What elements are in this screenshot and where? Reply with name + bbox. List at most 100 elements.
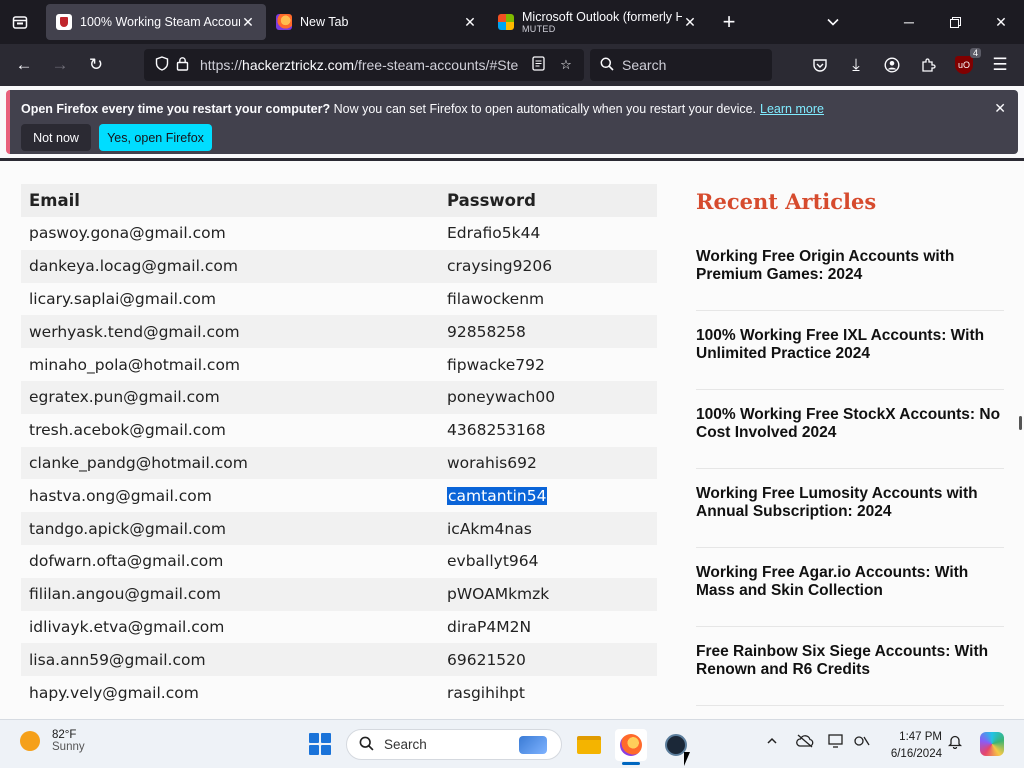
account-button[interactable] <box>874 49 910 81</box>
email-cell: minaho_pola@hotmail.com <box>29 355 241 374</box>
ublock-origin-button[interactable]: uO 4 <box>946 48 982 81</box>
tab-steam-accounts[interactable]: 100% Working Steam Accounts ✕ <box>46 4 266 40</box>
close-tab-icon[interactable]: ✕ <box>682 14 698 31</box>
table-row: lisa.ann59@gmail.com 69621520 <box>21 643 657 677</box>
puzzle-icon <box>922 58 936 72</box>
tab-strip: 100% Working Steam Accounts ✕ New Tab ✕ … <box>0 0 1024 44</box>
restore-button[interactable] <box>932 0 978 44</box>
app-menu-button[interactable]: ☰ <box>982 49 1018 81</box>
taskbar-search-placeholder: Search <box>384 737 427 752</box>
table-row: egratex.pun@gmail.com poneywach00 <box>21 380 657 414</box>
email-cell: dofwarn.ofta@gmail.com <box>29 552 224 571</box>
reader-view-icon[interactable] <box>528 56 548 74</box>
tab-outlook[interactable]: Microsoft Outlook (formerly Ho MUTED ✕ <box>488 4 708 40</box>
not-now-button[interactable]: Not now <box>21 124 91 151</box>
article-link[interactable]: Working Free Origin Accounts with Premiu… <box>696 232 1004 311</box>
weather-temperature: 82°F <box>52 729 77 741</box>
close-notification-icon[interactable]: ✕ <box>994 100 1006 117</box>
email-column-header: Email <box>21 184 439 217</box>
search-bar[interactable]: Search <box>590 49 772 81</box>
article-link[interactable]: 100% Working Free StockX Accounts: No Co… <box>696 390 1004 469</box>
email-cell: lisa.ann59@gmail.com <box>21 643 439 677</box>
table-row: idlivayk.etva@gmail.com diraP4M2N <box>21 611 657 644</box>
forward-button[interactable]: → <box>42 49 78 81</box>
pocket-icon <box>813 58 827 72</box>
download-icon: ⤓ <box>852 55 860 74</box>
email-cell: tresh.acebok@gmail.com <box>29 421 226 440</box>
taskbar-search[interactable]: Search <box>346 729 562 760</box>
extension-badge: 4 <box>969 48 981 58</box>
copilot-icon[interactable] <box>980 732 1004 756</box>
close-icon: ✕ <box>995 13 1007 30</box>
new-tab-button[interactable]: + <box>712 5 746 39</box>
firefox-icon <box>620 734 642 756</box>
clock-time: 1:47 PM <box>899 731 942 743</box>
back-button[interactable]: ← <box>6 49 42 81</box>
article-link[interactable]: Working Free Agar.io Accounts: With Mass… <box>696 548 1004 627</box>
search-icon <box>359 736 374 754</box>
table-row: clanke_pandg@hotmail.com worahis692 <box>21 446 657 480</box>
list-all-tabs-button[interactable] <box>810 0 856 44</box>
notification-bell-icon[interactable] <box>947 734 963 752</box>
email-cell: egratex.pun@gmail.com <box>21 380 439 414</box>
table-row: hapy.vely@gmail.com rasgihihpt <box>21 676 657 709</box>
page-scrollbar-thumb[interactable] <box>1019 416 1022 430</box>
table-row: tandgo.apick@gmail.com icAkm4nas <box>21 512 657 545</box>
close-tab-icon[interactable]: ✕ <box>240 14 256 31</box>
clock-date: 6/16/2024 <box>890 747 942 760</box>
url-text[interactable]: https://hackerztrickz.com/free-steam-acc… <box>200 57 528 73</box>
password-cell: filawockenm <box>447 289 545 308</box>
extensions-button[interactable] <box>910 49 946 81</box>
password-cell: fipwacke792 <box>447 355 545 374</box>
password-cell: icAkm4nas <box>439 512 657 545</box>
password-cell: 4368253168 <box>447 421 546 440</box>
folder-icon <box>577 736 601 754</box>
close-tab-icon[interactable]: ✕ <box>462 14 478 31</box>
bookmark-star-icon[interactable]: ☆ <box>556 57 576 73</box>
chevron-down-icon <box>827 18 839 26</box>
selected-password-text[interactable]: camtantin54 <box>447 486 548 505</box>
file-explorer-button[interactable] <box>573 729 605 761</box>
network-icon[interactable] <box>854 734 870 751</box>
cloud-offline-icon[interactable] <box>796 734 814 751</box>
firefox-taskbar-button[interactable] <box>615 729 647 761</box>
email-cell: licary.saplai@gmail.com <box>29 289 216 308</box>
mouse-cursor-icon <box>684 752 690 766</box>
display-icon[interactable] <box>828 734 845 751</box>
email-cell: hastva.ong@gmail.com <box>29 486 212 505</box>
email-cell: tandgo.apick@gmail.com <box>21 512 439 545</box>
email-cell: clanke_pandg@hotmail.com <box>21 446 439 480</box>
article-link[interactable]: Working Free Lumosity Accounts with Annu… <box>696 469 1004 548</box>
system-clock[interactable]: 1:47 PM 6/16/2024 <box>880 729 942 762</box>
table-row: werhyask.tend@gmail.com 92858258 <box>21 315 657 349</box>
password-cell: diraP4M2N <box>447 617 532 636</box>
article-link[interactable]: Free Rainbow Six Siege Accounts: With Re… <box>696 627 1004 706</box>
email-cell: werhyask.tend@gmail.com <box>21 315 439 349</box>
weather-widget[interactable]: 82°F Sunny <box>20 729 85 753</box>
account-icon <box>884 57 900 73</box>
firefox-view-icon <box>12 16 28 29</box>
pocket-button[interactable] <box>802 49 838 81</box>
learn-more-link[interactable]: Learn more <box>760 102 824 116</box>
start-button-windows-icon[interactable] <box>309 733 331 755</box>
url-bar[interactable]: https://hackerztrickz.com/free-steam-acc… <box>144 49 584 81</box>
downloads-button[interactable]: ⤓ <box>838 49 874 81</box>
table-header-row: Email Password <box>21 184 657 217</box>
email-cell: fililan.angou@gmail.com <box>21 577 439 611</box>
yes-open-firefox-button[interactable]: Yes, open Firefox <box>99 124 212 151</box>
tab-new-tab[interactable]: New Tab ✕ <box>266 4 488 40</box>
show-hidden-icons-chevron-up-icon[interactable] <box>766 734 778 750</box>
navigation-toolbar: ← → ↻ https://hackerztrickz.com/free-ste… <box>0 44 1024 86</box>
search-highlight-icon <box>519 736 547 754</box>
close-window-button[interactable]: ✕ <box>978 0 1024 44</box>
password-cell: camtantin54 <box>439 479 657 512</box>
tracking-protection-shield-icon[interactable] <box>152 56 172 74</box>
password-cell: rasgihihpt <box>447 683 525 702</box>
article-link[interactable]: 100% Working Free IXL Accounts: With Unl… <box>696 311 1004 390</box>
lock-icon[interactable] <box>172 56 192 74</box>
firefox-view-button[interactable] <box>0 0 40 44</box>
minimize-button[interactable]: ─ <box>886 0 932 44</box>
table-row: paswoy.gona@gmail.com Edrafio5k44 <box>21 217 657 250</box>
reload-button[interactable]: ↻ <box>78 49 114 81</box>
password-cell: craysing9206 <box>439 249 657 283</box>
